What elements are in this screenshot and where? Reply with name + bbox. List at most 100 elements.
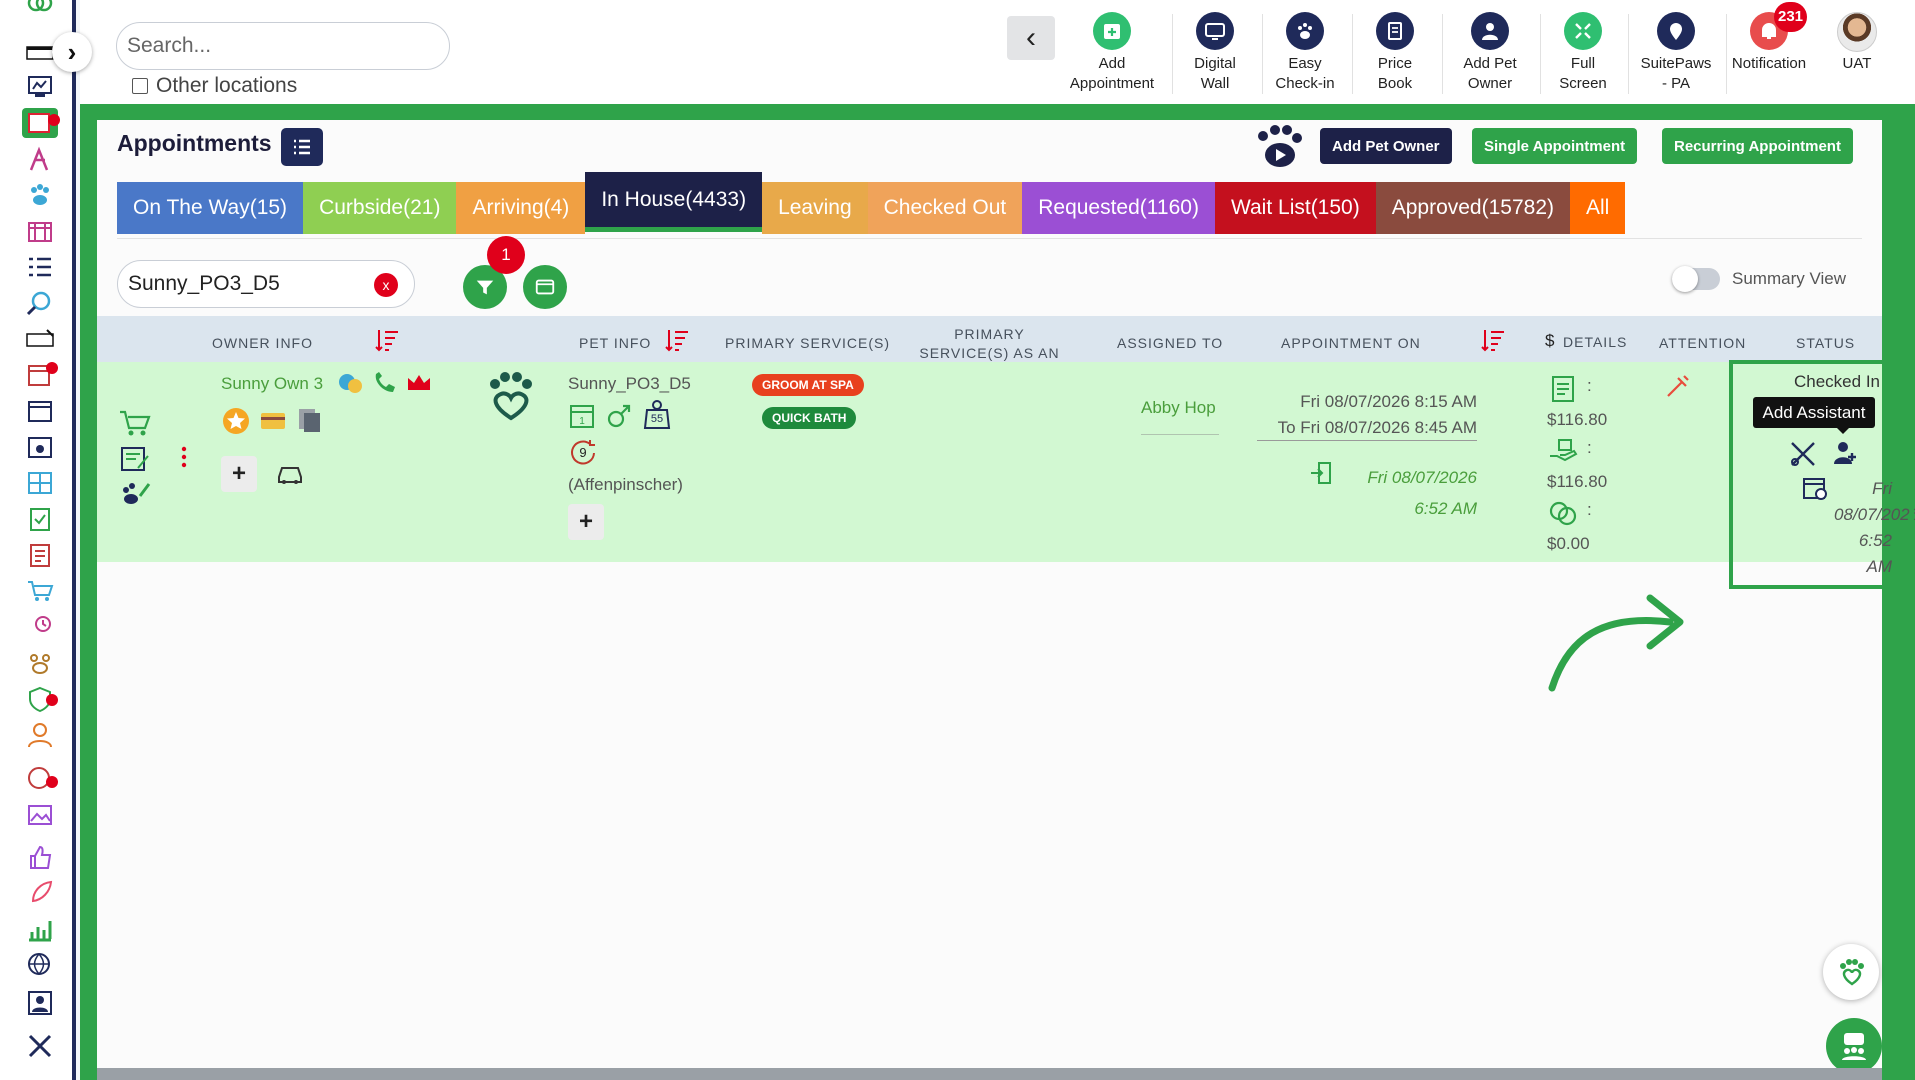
add-pet-owner-button[interactable]: Add Pet Owner — [1320, 128, 1452, 164]
chat-icon[interactable] — [22, 764, 58, 794]
car-icon[interactable] — [275, 460, 305, 486]
phone-paw-icon[interactable] — [371, 370, 399, 396]
pet-assistant-button[interactable] — [1823, 944, 1879, 1000]
notification-button[interactable]: 231 Notification — [1724, 2, 1814, 74]
other-locations-checkbox[interactable] — [132, 78, 148, 94]
coins-icon[interactable] — [1547, 498, 1579, 528]
store-icon[interactable] — [22, 216, 58, 246]
visit-count-icon[interactable]: 9 — [568, 438, 598, 468]
rings-icon[interactable] — [22, 0, 58, 18]
sort-pet-icon[interactable] — [664, 327, 690, 353]
tab-arriving[interactable]: Arriving(4) — [456, 182, 586, 234]
male-gender-icon — [607, 404, 631, 428]
analytics-icon[interactable] — [22, 914, 58, 944]
calendar-icon[interactable] — [22, 396, 58, 426]
search-input[interactable] — [127, 34, 439, 58]
add-owner-note-button[interactable]: + — [221, 456, 257, 492]
pet-paw-heart-icon[interactable] — [483, 370, 539, 426]
horizontal-scrollbar[interactable] — [97, 1068, 1882, 1080]
team-chat-button[interactable] — [1826, 1018, 1882, 1074]
pet-name[interactable]: Sunny_PO3_D5 — [568, 374, 691, 394]
collapse-toolbar-button[interactable]: ‹ — [1007, 16, 1055, 60]
team-icon[interactable] — [22, 988, 58, 1018]
grooming-icon[interactable] — [22, 145, 58, 175]
tab-requested[interactable]: Requested(1160) — [1022, 182, 1215, 234]
edit-notes-icon[interactable] — [118, 444, 152, 474]
documents-icon[interactable] — [295, 406, 323, 434]
summary-view-switch[interactable] — [1672, 266, 1720, 292]
rocket-icon[interactable] — [22, 878, 58, 908]
price-book-button[interactable]: Price Book — [1350, 12, 1440, 94]
calendar-1-icon[interactable]: 1 — [568, 402, 596, 430]
settings-globe-icon[interactable] — [22, 950, 58, 980]
table-row[interactable]: Sunny Own 3 + Sunny_PO3_D5 1 55 9 (Affen… — [97, 362, 1915, 576]
full-screen-button[interactable]: Full Screen — [1538, 12, 1628, 94]
add-pet-note-button[interactable]: + — [568, 504, 604, 540]
loyalty-star-icon[interactable] — [221, 406, 251, 436]
suitepaws-location-button[interactable]: SuitePaws - PA — [1631, 12, 1721, 94]
summary-view-toggle[interactable]: Summary View — [1672, 266, 1846, 292]
chevron-right-icon: › — [67, 37, 77, 67]
checklist-icon[interactable] — [22, 504, 58, 534]
sidebar-expand-button[interactable]: › — [52, 32, 92, 72]
shield-icon[interactable] — [22, 684, 58, 714]
sort-appointment-icon[interactable] — [1480, 327, 1506, 353]
folder-button[interactable] — [523, 265, 567, 309]
global-search[interactable] — [116, 22, 450, 70]
paw-cluster-icon[interactable] — [22, 180, 58, 210]
easy-checkin-button[interactable]: Easy Check-in — [1260, 12, 1350, 94]
dashboard-icon[interactable] — [22, 72, 58, 102]
cart-icon[interactable] — [22, 576, 58, 606]
tab-all[interactable]: All — [1570, 182, 1626, 234]
header-owner-info[interactable]: OWNER INFO — [212, 334, 313, 353]
appointment-filter-input[interactable]: Sunny_PO3_D5 x — [117, 260, 415, 308]
owner-name[interactable]: Sunny Own 3 — [221, 374, 323, 394]
gallery-icon[interactable] — [22, 800, 58, 830]
paws-icon[interactable] — [22, 648, 58, 678]
today-tag-icon[interactable] — [22, 325, 58, 355]
layout-icon[interactable] — [22, 468, 58, 498]
digital-wall-button[interactable]: Digital Wall — [1170, 12, 1260, 94]
tab-wait-list[interactable]: Wait List(150) — [1214, 182, 1376, 234]
thumbs-up-icon[interactable] — [22, 842, 58, 872]
invoice-icon[interactable] — [1549, 374, 1577, 404]
kebab-menu-icon[interactable] — [180, 446, 188, 468]
credit-card-icon[interactable] — [259, 410, 287, 432]
pet-search-icon[interactable] — [22, 288, 58, 318]
user-icon[interactable] — [22, 720, 58, 750]
service-chip-groom[interactable]: GROOM AT SPA — [752, 374, 864, 396]
header-pet-info[interactable]: PET INFO — [579, 334, 651, 353]
sort-owner-icon[interactable] — [374, 327, 400, 353]
add-pet-owner-top-button[interactable]: Add Pet Owner — [1445, 12, 1535, 94]
pet-groom-icon[interactable] — [118, 478, 152, 508]
list-icon[interactable] — [22, 252, 58, 282]
single-appointment-button[interactable]: Single Appointment — [1472, 128, 1638, 164]
other-locations-toggle[interactable]: Other locations — [132, 74, 297, 98]
tab-curbside[interactable]: Curbside(21) — [303, 182, 457, 234]
assigned-staff[interactable]: Abby Hop — [1141, 398, 1216, 418]
tab-approved[interactable]: Approved(15782) — [1375, 182, 1570, 234]
payment-hand-icon[interactable] — [1547, 436, 1579, 466]
service-chip-bath[interactable]: QUICK BATH — [762, 407, 857, 429]
tab-leaving[interactable]: Leaving — [762, 182, 868, 234]
calendar-pet-icon[interactable] — [22, 432, 58, 462]
paw-play-icon[interactable] — [1251, 124, 1307, 170]
tab-on-the-way[interactable]: On The Way(15) — [117, 182, 304, 234]
tab-checked-out[interactable]: Checked Out — [867, 182, 1023, 234]
tab-in-house[interactable]: In House(4433) — [585, 172, 763, 232]
chat-bubbles-icon[interactable] — [337, 372, 365, 396]
schedule-alert-icon[interactable] — [22, 360, 58, 390]
tools-icon[interactable] — [22, 1030, 58, 1060]
syringe-icon[interactable] — [1664, 372, 1692, 400]
calendar-active-icon[interactable] — [22, 108, 60, 138]
clear-filter-button[interactable]: x — [374, 273, 398, 297]
user-profile-button[interactable]: UAT — [1812, 12, 1902, 74]
recurring-appointment-button[interactable]: Recurring Appointment — [1662, 128, 1853, 164]
bell-icon: 231 — [1750, 2, 1808, 50]
pet-clock-icon[interactable] — [22, 612, 58, 642]
report-icon[interactable] — [22, 540, 58, 570]
cart-icon[interactable] — [118, 408, 152, 438]
add-appointment-button[interactable]: Add Appointment — [1067, 12, 1157, 94]
list-view-button[interactable] — [281, 128, 323, 166]
header-appointment-on[interactable]: APPOINTMENT ON — [1281, 334, 1421, 353]
